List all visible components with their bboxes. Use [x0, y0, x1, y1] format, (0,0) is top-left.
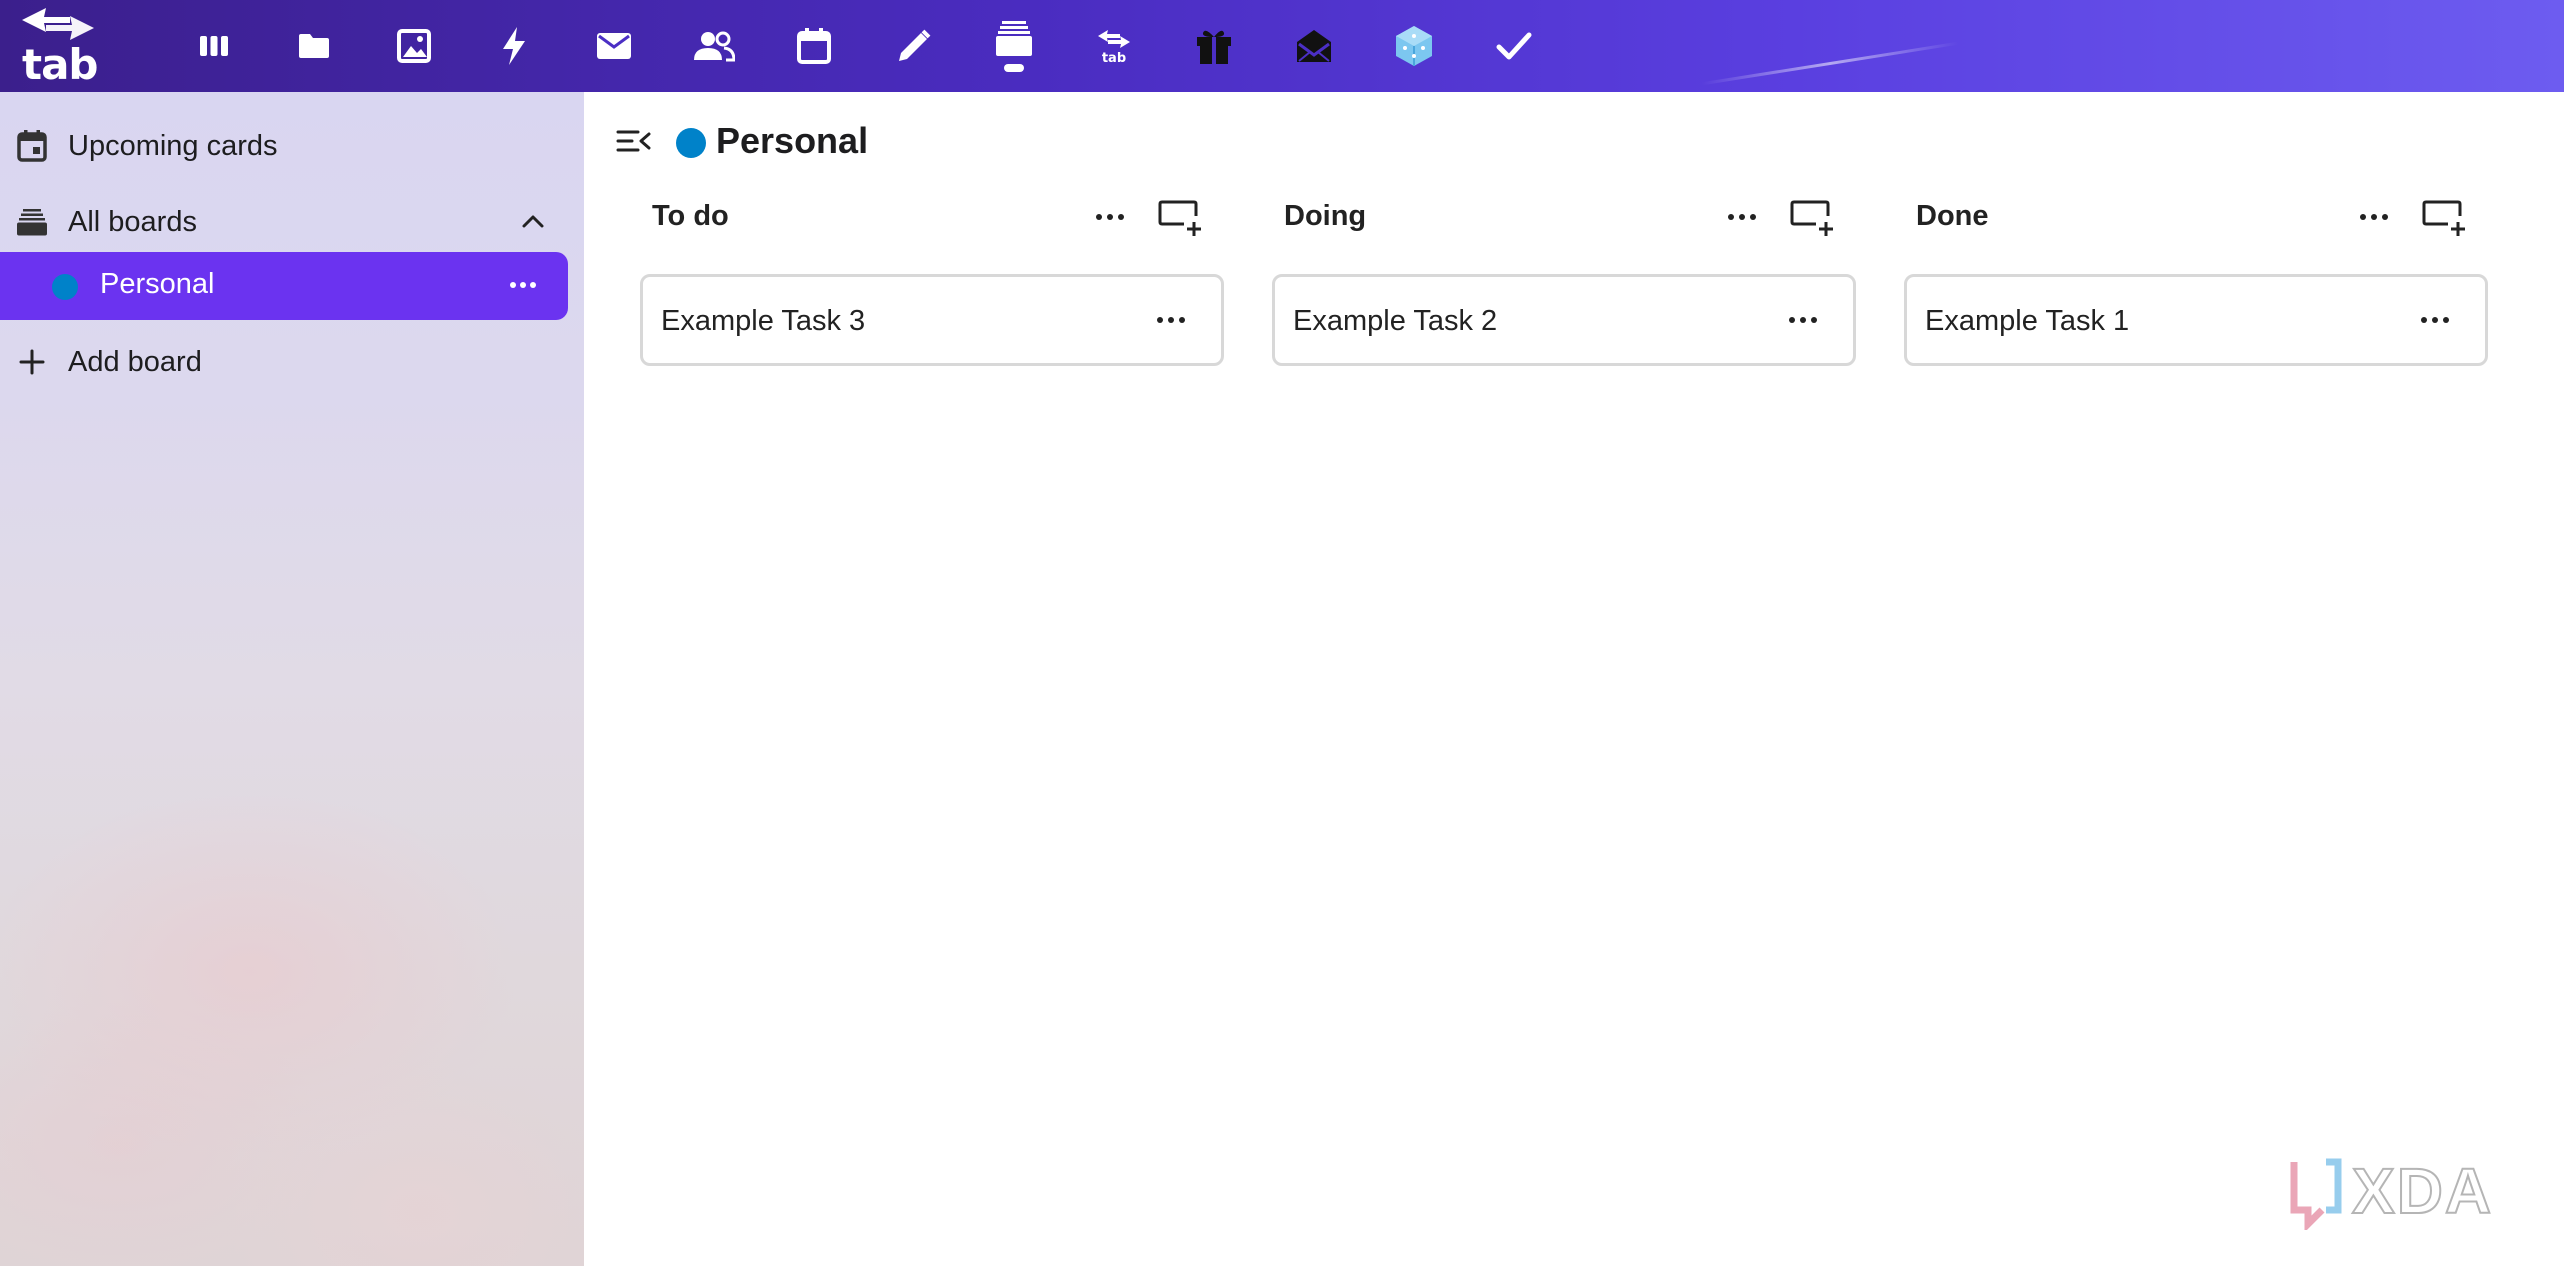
- card-more-options-button[interactable]: [2415, 305, 2455, 335]
- stack-more-options-button[interactable]: [1722, 202, 1762, 232]
- mail-app-button[interactable]: [584, 16, 644, 76]
- plus-icon: [16, 346, 48, 378]
- more-options-icon: [2421, 317, 2449, 323]
- deck-app-button-active[interactable]: [984, 16, 1044, 76]
- contacts-icon: [694, 31, 735, 62]
- stack-more-options-button[interactable]: [1090, 202, 1130, 232]
- tab-app-label: tab: [1102, 51, 1126, 64]
- xda-watermark: XDA: [2286, 1152, 2536, 1233]
- add-card-button[interactable]: [1158, 198, 1204, 238]
- tasks-app-button[interactable]: [1484, 16, 1544, 76]
- add-card-button[interactable]: [1790, 198, 1836, 238]
- card-title: Example Task 1: [1925, 305, 2130, 337]
- logo-wordmark: tab: [22, 40, 98, 89]
- cube-icon: [1396, 26, 1432, 66]
- board-view: Personal To do Example Task 3 Doing Exam…: [584, 92, 2564, 1266]
- app-navigation-bar: tab tab: [0, 0, 2564, 92]
- sidebar-item-label: All boards: [68, 206, 197, 238]
- more-options-icon: [2360, 214, 2388, 220]
- sidebar: Upcoming cards All boards Personal Add b…: [0, 92, 584, 1266]
- card[interactable]: Example Task 1: [1904, 274, 2488, 366]
- add-card-icon: [1158, 200, 1201, 236]
- xda-bracket-icon: [2290, 1158, 2342, 1233]
- add-card-icon: [2422, 200, 2465, 236]
- sidebar-item-label: Add board: [68, 346, 202, 378]
- activity-app-button[interactable]: [484, 16, 544, 76]
- cube-app-button[interactable]: [1384, 16, 1444, 76]
- tab-logo[interactable]: tab: [16, 4, 100, 89]
- decorative-streak: [1701, 41, 1959, 86]
- more-options-icon[interactable]: [508, 270, 538, 305]
- page-title: Personal: [716, 120, 869, 161]
- card-title: Example Task 2: [1293, 305, 1498, 337]
- swap-arrows-icon: [22, 8, 94, 40]
- more-options-icon: [1789, 317, 1817, 323]
- sidebar-item-all-boards[interactable]: All boards: [0, 188, 584, 254]
- card-more-options-button[interactable]: [1783, 305, 1823, 335]
- deck-columns-app-button[interactable]: [184, 16, 244, 76]
- chevron-up-icon[interactable]: [518, 206, 548, 241]
- columns-icon: [200, 36, 228, 56]
- image-icon: [397, 29, 431, 63]
- sidebar-item-label: Personal: [100, 268, 215, 300]
- stack-title: Doing: [1284, 200, 1367, 232]
- more-options-icon: [1728, 214, 1756, 220]
- files-app-button[interactable]: [284, 16, 344, 76]
- pencil-icon: [899, 29, 931, 61]
- calendar-icon: [797, 28, 831, 64]
- open-mail-app-button[interactable]: [1284, 16, 1344, 76]
- add-card-button[interactable]: [2422, 198, 2468, 238]
- sidebar-item-upcoming-cards[interactable]: Upcoming cards: [0, 112, 584, 178]
- envelope-open-icon: [1297, 30, 1331, 62]
- photos-app-button[interactable]: [384, 16, 444, 76]
- card-more-options-button[interactable]: [1151, 305, 1191, 335]
- board-color-dot: [52, 274, 78, 300]
- card[interactable]: Example Task 3: [640, 274, 1224, 366]
- sidebar-item-label: Upcoming cards: [68, 130, 278, 162]
- gift-icon: [1197, 30, 1231, 64]
- notes-app-button[interactable]: [884, 16, 944, 76]
- board-color-dot: [676, 128, 706, 158]
- add-board-button[interactable]: Add board: [0, 328, 584, 394]
- add-card-icon: [1790, 200, 1833, 236]
- lightning-icon: [503, 27, 525, 65]
- collapse-menu-icon: [616, 130, 651, 152]
- deck-icon: [16, 206, 48, 238]
- more-options-icon: [1096, 214, 1124, 220]
- tab-app-button[interactable]: tab: [1084, 16, 1144, 76]
- deck-icon: [996, 21, 1032, 72]
- gift-app-button[interactable]: [1184, 16, 1244, 76]
- stack-column: Doing Example Task 2: [1272, 192, 1856, 372]
- card-title: Example Task 3: [661, 305, 866, 337]
- calendar-icon: [16, 130, 48, 162]
- watermark-text: XDA: [2351, 1154, 2494, 1228]
- checkmark-icon: [1496, 32, 1532, 60]
- folder-icon: [299, 34, 329, 58]
- contacts-app-button[interactable]: [684, 16, 744, 76]
- collapse-sidebar-button[interactable]: [616, 126, 652, 156]
- calendar-app-button[interactable]: [784, 16, 844, 76]
- stack-more-options-button[interactable]: [2354, 202, 2394, 232]
- sidebar-item-board-personal[interactable]: Personal: [0, 252, 568, 320]
- mail-icon: [597, 33, 631, 59]
- tab-logo-icon: tab: [1098, 30, 1130, 64]
- more-options-icon: [1157, 317, 1185, 323]
- stack-title: To do: [652, 200, 729, 232]
- card[interactable]: Example Task 2: [1272, 274, 1856, 366]
- stack-column: To do Example Task 3: [640, 192, 1224, 372]
- stack-title: Done: [1916, 200, 1989, 232]
- stack-column: Done Example Task 1: [1904, 192, 2488, 372]
